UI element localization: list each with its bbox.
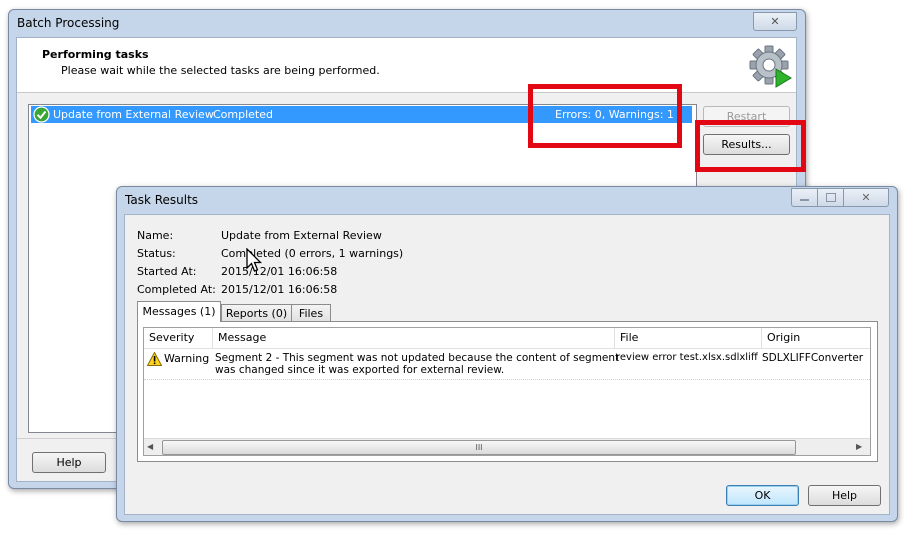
tab-messages[interactable]: Messages (1) — [137, 301, 221, 322]
mouse-cursor-icon — [246, 248, 263, 272]
task-results-window: Task Results ✕ Name: Update from Externa… — [116, 186, 898, 522]
column-header-file[interactable]: File — [615, 328, 762, 349]
row-file: review error test.xlsx.sdlxliff — [616, 352, 758, 363]
task-name: Update from External Review — [53, 108, 214, 121]
warning-icon — [147, 352, 162, 366]
tab-reports-label: Reports (0) — [225, 307, 288, 320]
batch-title-bar: Batch Processing ✕ — [9, 10, 805, 37]
row-grid-line — [144, 379, 870, 381]
batch-window-title: Batch Processing — [17, 16, 120, 30]
gear-play-icon — [749, 45, 792, 88]
scroll-grip: III — [475, 443, 483, 452]
field-value-name: Update from External Review — [221, 229, 382, 242]
field-label-started: Started At: — [137, 265, 197, 278]
highlight-box-results-button — [695, 120, 806, 172]
tab-messages-label: Messages (1) — [142, 305, 216, 318]
task-results-close-button[interactable]: ✕ — [843, 188, 889, 207]
header-title: Performing tasks — [42, 48, 149, 61]
batch-close-button[interactable]: ✕ — [753, 12, 797, 31]
task-results-help-button[interactable]: Help — [808, 485, 881, 506]
scroll-thumb[interactable]: III — [162, 440, 796, 455]
minimize-icon — [800, 199, 809, 201]
field-label-name: Name: — [137, 229, 174, 242]
maximize-button[interactable] — [817, 188, 844, 207]
row-severity: Warning — [164, 352, 210, 365]
field-label-status: Status: — [137, 247, 176, 260]
task-results-client: Name: Update from External Review Status… — [124, 214, 890, 515]
row-message-line1: Segment 2 - This segment was not updated… — [215, 352, 620, 364]
task-status: Completed — [213, 108, 273, 121]
row-origin: SDLXLIFFConverter — [762, 352, 864, 364]
tab-files-label: Files — [298, 307, 324, 320]
minimize-button[interactable] — [791, 188, 818, 207]
horizontal-scrollbar[interactable]: ◀ III ▶ — [144, 438, 870, 455]
close-icon: ✕ — [861, 191, 871, 204]
column-header-origin[interactable]: Origin — [762, 328, 870, 349]
batch-help-button[interactable]: Help — [32, 452, 106, 473]
row-message-line2: was changed since it was exported for ex… — [215, 364, 505, 376]
header-description: Please wait while the selected tasks are… — [61, 64, 380, 77]
column-header-message[interactable]: Message — [213, 328, 615, 349]
scroll-right-arrow[interactable]: ▶ — [856, 442, 862, 451]
task-results-title-bar: Task Results ✕ — [117, 187, 897, 214]
row-message: Segment 2 - This segment was not updated… — [215, 352, 620, 376]
field-value-completed: 2015/12/01 16:06:58 — [221, 283, 338, 296]
table-row[interactable]: Warning Segment 2 - This segment was not… — [144, 349, 870, 379]
maximize-icon — [826, 193, 836, 202]
field-label-completed: Completed At: — [137, 283, 216, 296]
column-header-severity[interactable]: Severity — [144, 328, 213, 349]
tab-panel: Severity Message File Origin Warning Seg… — [137, 321, 878, 462]
close-icon: ✕ — [770, 15, 780, 28]
scroll-left-arrow[interactable]: ◀ — [147, 442, 153, 451]
highlight-box-errors-summary — [528, 84, 682, 148]
task-results-title: Task Results — [125, 193, 199, 207]
ok-button[interactable]: OK — [726, 485, 799, 506]
check-circle-icon — [33, 106, 50, 123]
field-value-started: 2015/12/01 16:06:58 — [221, 265, 338, 278]
messages-list[interactable]: Severity Message File Origin Warning Seg… — [143, 327, 871, 456]
